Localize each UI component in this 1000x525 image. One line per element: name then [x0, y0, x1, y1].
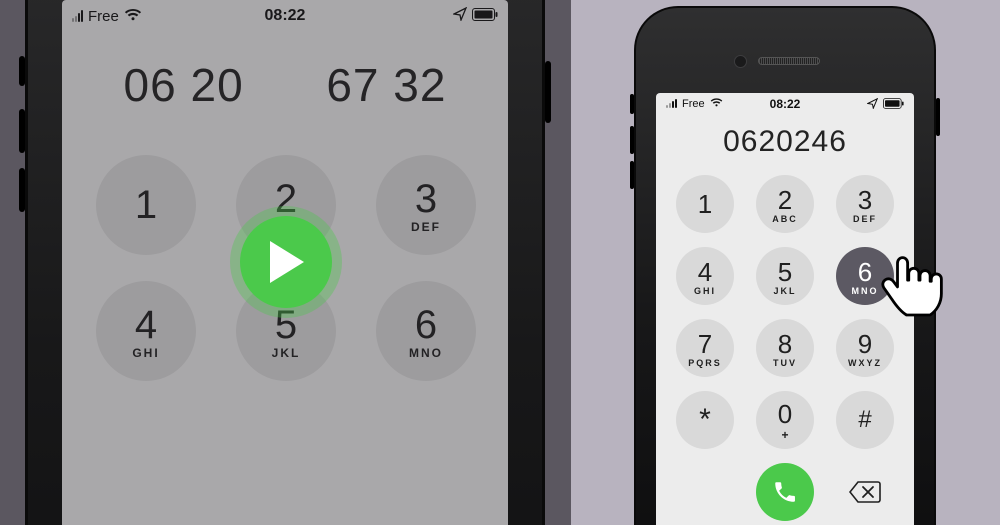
- key-3[interactable]: 3DEF: [836, 175, 894, 233]
- key-0[interactable]: 0+: [756, 391, 814, 449]
- power-button: [936, 98, 940, 136]
- key-5[interactable]: 5JKL: [756, 247, 814, 305]
- key-9[interactable]: 9WXYZ: [836, 319, 894, 377]
- location-icon: [453, 7, 467, 24]
- key-blank: [676, 463, 734, 521]
- volume-down-button: [630, 161, 634, 189]
- camera-sensor: [734, 55, 747, 68]
- key-6[interactable]: 6MNO: [836, 247, 894, 305]
- volume-down-button: [19, 168, 25, 212]
- key-hash[interactable]: #: [836, 391, 894, 449]
- battery-icon: [883, 97, 904, 112]
- backspace-icon: [849, 481, 881, 503]
- earpiece-speaker: [758, 57, 820, 65]
- location-icon: [867, 97, 878, 112]
- phone-body: Free 08:22 06202: [636, 8, 934, 525]
- key-star[interactable]: *: [676, 391, 734, 449]
- key-1[interactable]: 1: [96, 155, 196, 255]
- mute-switch: [630, 94, 634, 114]
- status-bar: Free 08:22: [62, 0, 508, 30]
- key-1[interactable]: 1: [676, 175, 734, 233]
- call-button[interactable]: [756, 463, 814, 521]
- keypad: 1 2ABC 3DEF 4GHI 5JKL 6MNO 7PQRS 8TUV 9W…: [676, 175, 894, 521]
- screen: Free 08:22 06202: [656, 93, 914, 525]
- key-4[interactable]: 4GHI: [676, 247, 734, 305]
- key-4[interactable]: 4GHI: [96, 281, 196, 381]
- play-button[interactable]: [240, 216, 332, 308]
- clock: 08:22: [62, 7, 508, 25]
- power-button: [545, 61, 551, 123]
- battery-icon: [472, 8, 498, 24]
- key-3[interactable]: 3DEF: [376, 155, 476, 255]
- phone-icon: [772, 479, 798, 505]
- key-7[interactable]: 7PQRS: [676, 319, 734, 377]
- key-2[interactable]: 2ABC: [756, 175, 814, 233]
- delete-button[interactable]: [836, 463, 894, 521]
- dialed-number: 0620246: [656, 125, 914, 159]
- volume-up-button: [630, 126, 634, 154]
- volume-up-button: [19, 109, 25, 153]
- dialed-number: 06 20 67 32: [62, 58, 508, 112]
- key-8[interactable]: 8TUV: [756, 319, 814, 377]
- phone-right: Free 08:22 06202: [634, 6, 936, 525]
- status-bar: Free 08:22: [656, 93, 914, 113]
- mute-switch: [19, 56, 25, 86]
- key-6[interactable]: 6MNO: [376, 281, 476, 381]
